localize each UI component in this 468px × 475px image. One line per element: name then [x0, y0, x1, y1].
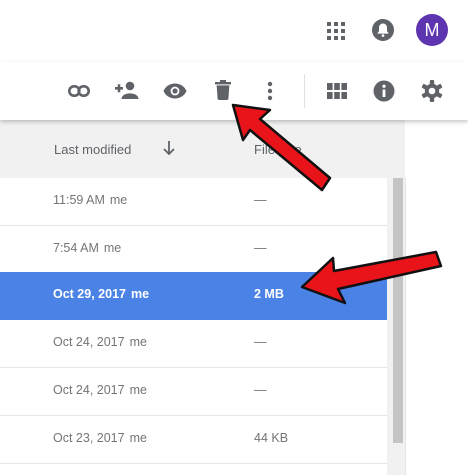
table-row[interactable]: 7:54 AM me —: [0, 226, 387, 274]
row-owner: me: [109, 193, 128, 207]
row-modified: Oct 24, 2017: [53, 383, 125, 397]
more-vertical-icon[interactable]: [258, 78, 282, 104]
notifications-bell-icon[interactable]: [369, 16, 397, 44]
row-modified: Oct 29, 2017: [53, 287, 126, 301]
details-info-icon[interactable]: [370, 78, 398, 104]
row-owner: me: [130, 287, 150, 301]
row-owner: me: [129, 383, 147, 397]
toolbar-divider: [304, 74, 305, 108]
row-modified: Oct 24, 2017: [53, 335, 125, 349]
table-row[interactable]: Oct 24, 2017 me —: [0, 368, 387, 416]
last-modified-header[interactable]: Last modified: [54, 142, 131, 157]
trash-delete-icon[interactable]: [210, 77, 236, 103]
row-size: —: [254, 193, 267, 207]
row-owner: me: [129, 335, 147, 349]
table-row[interactable]: Oct 24, 2017 me —: [0, 320, 387, 368]
row-size: 44 KB: [254, 431, 289, 445]
share-add-person-icon[interactable]: [113, 77, 141, 103]
scrollbar-thumb[interactable]: [393, 178, 403, 443]
get-link-icon[interactable]: [66, 78, 92, 104]
row-modified: 7:54 AM: [53, 241, 99, 255]
row-size: —: [254, 241, 267, 255]
list-header: Last modified File size: [0, 120, 405, 178]
sort-arrow-down-icon[interactable]: [162, 140, 176, 161]
row-size: —: [254, 335, 267, 349]
list-right-border: [405, 178, 406, 475]
table-row[interactable]: 11:59 AM me —: [0, 178, 387, 226]
row-size: 2 MB: [254, 287, 284, 301]
avatar-letter: M: [424, 19, 440, 40]
action-toolbar: [0, 62, 468, 120]
table-row[interactable]: Oct 23, 2017 me 44 KB: [0, 416, 387, 464]
row-modified: 11:59 AM: [53, 193, 105, 207]
row-owner: me: [129, 431, 147, 445]
row-modified: Oct 23, 2017: [53, 431, 125, 445]
row-size: —: [254, 383, 267, 397]
table-row-selected[interactable]: Oct 29, 2017 me 2 MB: [0, 272, 387, 320]
file-size-header[interactable]: File size: [254, 142, 302, 157]
top-app-bar: M: [0, 0, 468, 62]
file-list: Last modified File size 11:59 AM me — 7:5…: [0, 120, 468, 475]
account-avatar[interactable]: M: [416, 14, 448, 46]
settings-gear-icon[interactable]: [418, 78, 446, 104]
apps-grid-icon[interactable]: [323, 18, 349, 44]
preview-eye-icon[interactable]: [161, 78, 189, 104]
grid-view-icon[interactable]: [324, 79, 350, 103]
row-owner: me: [103, 241, 122, 255]
